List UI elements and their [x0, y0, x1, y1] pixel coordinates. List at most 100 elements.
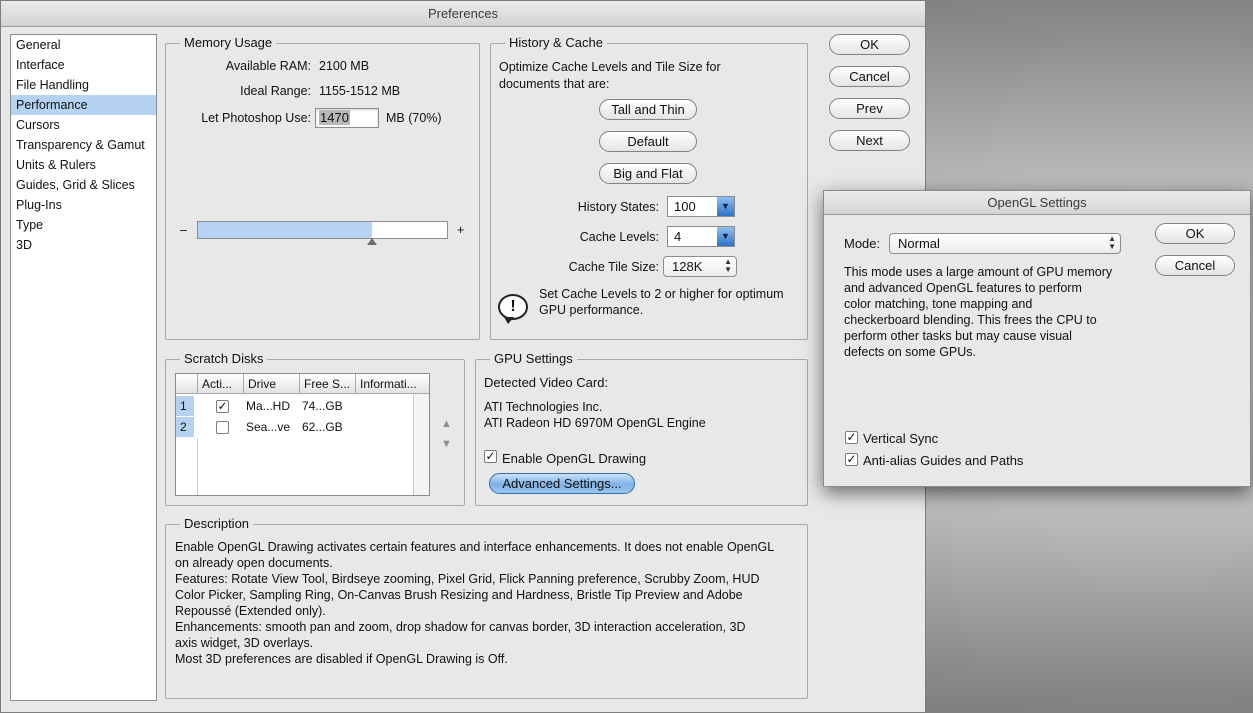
big-and-flat-button[interactable]: Big and Flat [599, 163, 697, 184]
cache-tile-size-popup[interactable]: 128K ▲ ▼ [663, 256, 737, 277]
opengl-settings-dialog: OpenGL Settings Mode: Normal ▲ ▼ OK Cance… [823, 190, 1251, 487]
sidebar-item-general[interactable]: General [11, 35, 156, 55]
scratch-disks-title: Scratch Disks [180, 351, 268, 367]
history-cache-title: History & Cache [505, 35, 607, 51]
cache-levels-value: 4 [674, 229, 682, 244]
mode-description: This mode uses a large amount of GPU mem… [844, 264, 1144, 360]
description-line: Color Picker, Sampling Ring, On-Canvas B… [175, 588, 743, 602]
sidebar-item-plug-ins[interactable]: Plug-Ins [11, 195, 156, 215]
description-line: Most 3D preferences are disabled if Open… [175, 652, 508, 666]
mode-label: Mode: [844, 236, 881, 251]
table-scrollbar[interactable] [413, 394, 429, 495]
ideal-range-value: 1155-1512 MB [319, 84, 401, 98]
chevron-down-icon[interactable]: ▼ [717, 197, 734, 216]
history-states-label: History States: [577, 200, 659, 214]
sidebar-item-interface[interactable]: Interface [11, 55, 156, 75]
up-down-arrows-icon: ▲ ▼ [1108, 234, 1116, 251]
gpu-settings-title: GPU Settings [490, 351, 577, 367]
detected-video-card-label: Detected Video Card: [484, 375, 609, 390]
alert-icon: ! [498, 294, 528, 324]
cache-intro-text: Optimize Cache Levels and Tile Size for … [499, 60, 721, 91]
default-button[interactable]: Default [599, 131, 697, 152]
anti-alias-checkbox[interactable]: ✓ [845, 453, 858, 466]
enable-opengl-checkbox[interactable]: ✓ [484, 450, 497, 463]
description-text: Enable OpenGL Drawing activates certain … [175, 539, 803, 667]
mode-description-line: defects on some GPUs. [844, 345, 977, 359]
column-header-drive[interactable]: Drive [244, 374, 300, 394]
cache-tile-size-label: Cache Tile Size: [568, 260, 659, 274]
vertical-sync-checkbox[interactable]: ✓ [845, 431, 858, 444]
mode-value: Normal [898, 236, 940, 251]
column-header-active[interactable]: Acti... [198, 374, 244, 394]
active-checkbox[interactable]: ✓ [216, 400, 229, 413]
description-line: Enhancements: smooth pan and zoom, drop … [175, 620, 746, 634]
mode-description-line: checkerboard blending. This frees the CP… [844, 313, 1097, 327]
cancel-button[interactable]: Cancel [829, 66, 910, 87]
slider-minus-label: – [180, 223, 187, 237]
cache-levels-combo[interactable]: 4 ▼ [667, 226, 735, 247]
description-line: Features: Rotate View Tool, Birdseye zoo… [175, 572, 760, 586]
sidebar-item-transparency-gamut[interactable]: Transparency & Gamut [11, 135, 156, 155]
tall-and-thin-button[interactable]: Tall and Thin [599, 99, 697, 120]
ideal-range-label: Ideal Range: [240, 84, 311, 98]
vertical-sync-label: Vertical Sync [863, 431, 939, 446]
free-space-cell: 74...GB [302, 399, 343, 413]
cache-tile-size-value: 128K [672, 259, 703, 274]
description-line: on already open documents. [175, 556, 333, 570]
table-header-corner [176, 374, 198, 394]
mode-description-line: This mode uses a large amount of GPU mem… [844, 265, 1113, 279]
up-down-arrows-icon: ▲ ▼ [724, 257, 732, 274]
memory-slider[interactable] [197, 221, 448, 245]
photoshop-use-input[interactable]: 1470 [315, 108, 379, 128]
category-list[interactable]: General Interface File Handling Performa… [10, 34, 157, 701]
available-ram-label: Available RAM: [225, 59, 311, 73]
ok-button[interactable]: OK [829, 34, 910, 55]
row-header-fill [176, 438, 198, 495]
prev-button[interactable]: Prev [829, 98, 910, 119]
cache-levels-label: Cache Levels: [579, 230, 659, 244]
description-title: Description [180, 516, 254, 532]
sidebar-item-cursors[interactable]: Cursors [11, 115, 156, 135]
opengl-cancel-button[interactable]: Cancel [1155, 255, 1235, 276]
anti-alias-label: Anti-alias Guides and Paths [863, 453, 1024, 468]
available-ram-value: 2100 MB [319, 59, 370, 73]
move-up-arrow-icon[interactable]: ▲ [441, 415, 452, 433]
sidebar-item-file-handling[interactable]: File Handling [11, 75, 156, 95]
sidebar-item-3d[interactable]: 3D [11, 235, 156, 255]
active-checkbox[interactable] [216, 421, 229, 434]
photoshop-use-value: 1470 [319, 110, 350, 125]
scratch-disks-table[interactable]: Acti... Drive Free S... Informati... 1 ✓… [175, 373, 430, 496]
sidebar-item-performance[interactable]: Performance [11, 95, 156, 115]
drive-cell: Sea...ve [246, 420, 291, 434]
memory-slider-thumb[interactable] [367, 238, 378, 245]
cache-warning-text: Set Cache Levels to 2 or higher for opti… [539, 287, 784, 317]
photoshop-use-suffix: MB (70%) [386, 111, 442, 125]
chevron-down-icon[interactable]: ▼ [717, 227, 734, 246]
description-line: Repoussé (Extended only). [175, 604, 326, 618]
video-card-name: ATI Radeon HD 6970M OpenGL Engine [484, 416, 706, 430]
row-number: 2 [176, 417, 194, 437]
sidebar-item-units-rulers[interactable]: Units & Rulers [11, 155, 156, 175]
photoshop-use-label: Let Photoshop Use: [201, 111, 311, 125]
history-states-combo[interactable]: 100 ▼ [667, 196, 735, 217]
sidebar-item-type[interactable]: Type [11, 215, 156, 235]
sidebar-item-guides-grid-slices[interactable]: Guides, Grid & Slices [11, 175, 156, 195]
opengl-dialog-title: OpenGL Settings [824, 191, 1250, 215]
drive-cell: Ma...HD [246, 399, 291, 413]
move-down-arrow-icon[interactable]: ▼ [441, 435, 452, 453]
memory-slider-fill [198, 222, 373, 238]
advanced-settings-button[interactable]: Advanced Settings... [489, 473, 635, 494]
video-card-vendor: ATI Technologies Inc. [484, 400, 603, 414]
free-space-cell: 62...GB [302, 420, 343, 434]
mode-description-line: perform other tasks but may cause visual [844, 329, 1072, 343]
slider-plus-label: + [457, 223, 465, 237]
mode-description-line: color matching, tone mapping and [844, 297, 1033, 311]
next-button[interactable]: Next [829, 130, 910, 151]
column-header-information[interactable]: Informati... [356, 374, 429, 394]
opengl-ok-button[interactable]: OK [1155, 223, 1235, 244]
mode-popup[interactable]: Normal ▲ ▼ [889, 233, 1121, 254]
column-header-free-space[interactable]: Free S... [300, 374, 356, 394]
window-title: Preferences [1, 1, 925, 27]
description-line: Enable OpenGL Drawing activates certain … [175, 540, 775, 554]
row-number: 1 [176, 396, 194, 416]
